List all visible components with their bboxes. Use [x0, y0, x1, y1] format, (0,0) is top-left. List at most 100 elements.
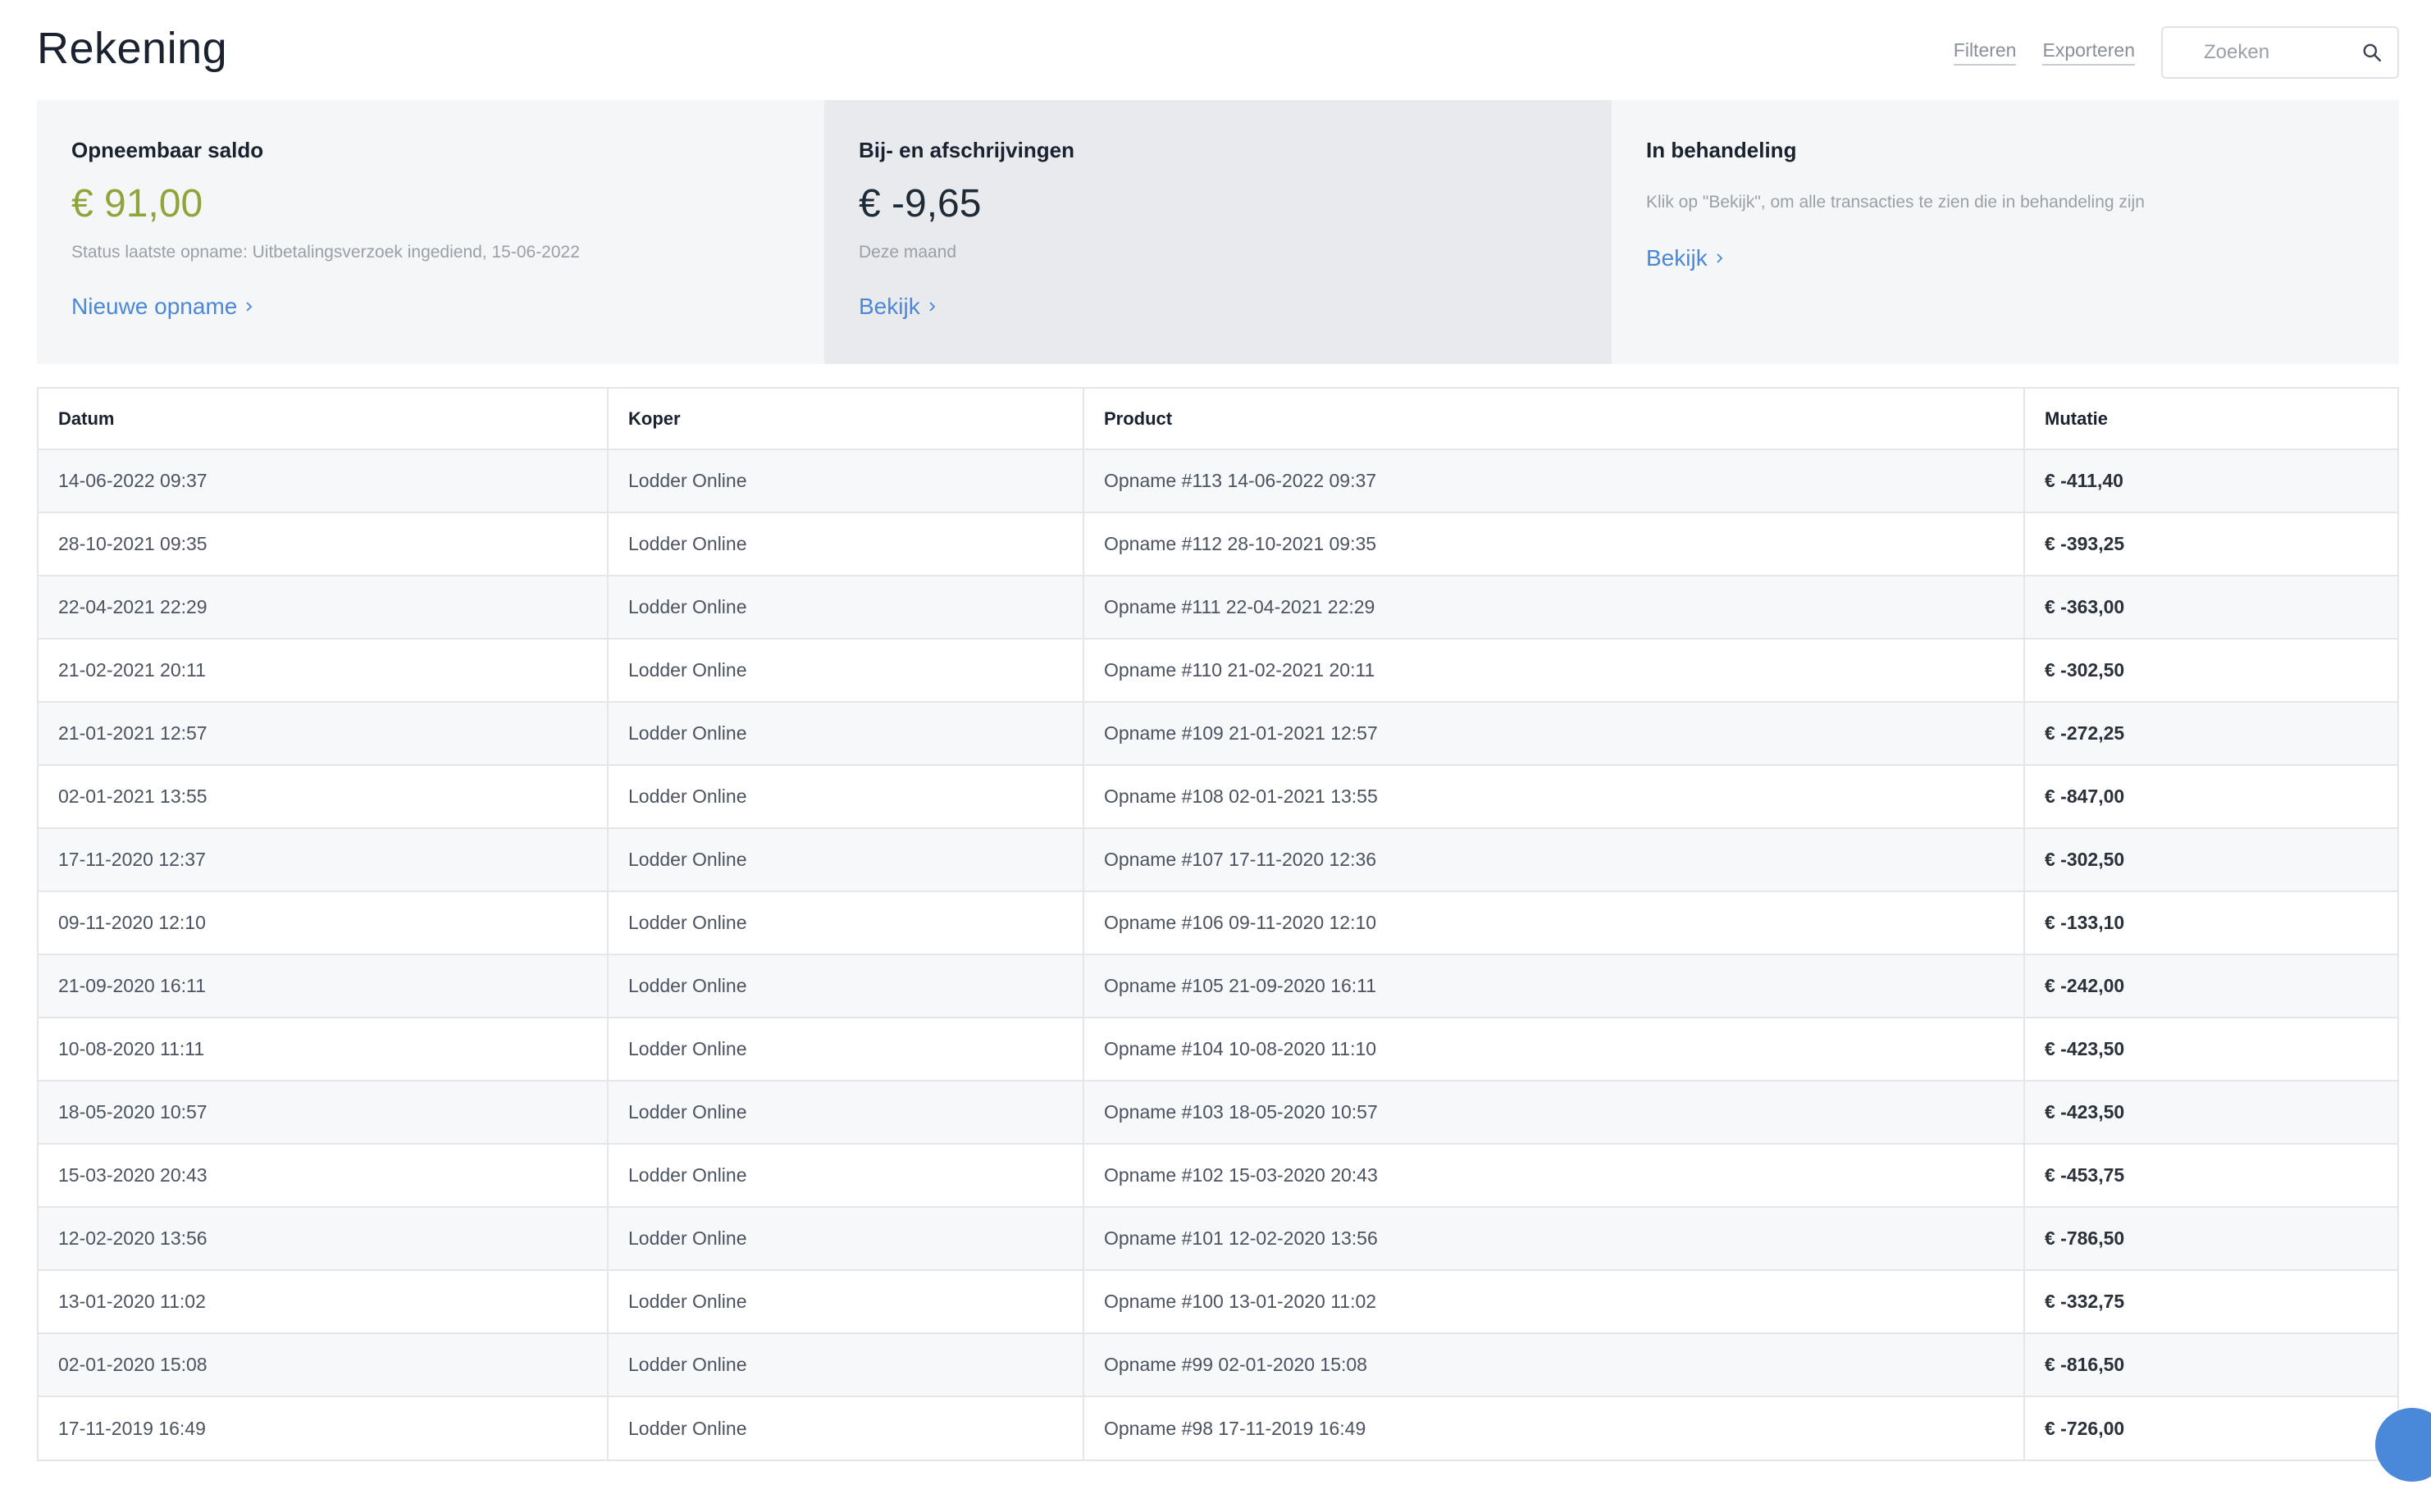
cell-buyer: Lodder Online: [608, 701, 1084, 765]
cell-date: 22-04-2021 22:29: [39, 575, 609, 639]
column-header-koper[interactable]: Koper: [608, 389, 1084, 449]
cell-amount: € -302,50: [2024, 638, 2397, 702]
cell-date: 17-11-2019 16:49: [39, 1396, 609, 1460]
page-header: Rekening Filteren Exporteren: [37, 0, 2399, 100]
table-row[interactable]: 21-02-2021 20:11 Lodder Online Opname #110…: [39, 638, 2397, 702]
cell-product: Opname #112 28-10-2021 09:35: [1083, 512, 2025, 576]
cell-product: Opname #105 21-09-2020 16:11: [1083, 954, 2025, 1018]
cell-buyer: Lodder Online: [608, 954, 1084, 1018]
cell-date: 21-01-2021 12:57: [39, 701, 609, 765]
cell-amount: € -847,00: [2024, 764, 2397, 828]
cell-product: Opname #106 09-11-2020 12:10: [1083, 890, 2025, 954]
table-row[interactable]: 21-01-2021 12:57 Lodder Online Opname #109…: [39, 701, 2397, 765]
cell-buyer: Lodder Online: [608, 1396, 1084, 1460]
new-withdrawal-link[interactable]: Nieuwe opname: [71, 294, 255, 320]
cell-amount: € -726,00: [2024, 1396, 2397, 1460]
cell-date: 02-01-2021 13:55: [39, 764, 609, 828]
table-row[interactable]: 28-10-2021 09:35 Lodder Online Opname #112…: [39, 512, 2397, 576]
cell-product: Opname #101 12-02-2020 13:56: [1083, 1206, 2025, 1270]
last-withdrawal-status: Status laatste opname: Uitbetalingsverzo…: [71, 243, 580, 262]
search-box[interactable]: [2161, 26, 2399, 79]
table-row[interactable]: 22-04-2021 22:29 Lodder Online Opname #111…: [39, 575, 2397, 639]
cell-amount: € -302,50: [2024, 827, 2397, 891]
table-row[interactable]: 02-01-2021 13:55 Lodder Online Opname #108…: [39, 764, 2397, 828]
cell-buyer: Lodder Online: [608, 1206, 1084, 1270]
mutations-card[interactable]: Bij- en afschrijvingen € -9,65 Deze maan…: [824, 100, 1612, 364]
cell-buyer: Lodder Online: [608, 575, 1084, 639]
filter-button[interactable]: Filteren: [1953, 39, 2017, 66]
table-row[interactable]: 10-08-2020 11:11 Lodder Online Opname #104…: [39, 1017, 2397, 1081]
cell-amount: € -133,10: [2024, 890, 2397, 954]
cell-amount: € -242,00: [2024, 954, 2397, 1018]
chevron-right-icon: [246, 302, 253, 312]
transactions-table-wrapper: Datum Koper Product Mutatie 14-06-2022 0…: [37, 387, 2399, 1461]
search-input[interactable]: [2202, 40, 2361, 65]
balance-card: Opneembaar saldo € 91,00 Status laatste …: [37, 100, 824, 364]
table-row[interactable]: 21-09-2020 16:11 Lodder Online Opname #105…: [39, 954, 2397, 1018]
cell-amount: € -453,75: [2024, 1143, 2397, 1207]
table-row[interactable]: 17-11-2019 16:49 Lodder Online Opname #98 …: [39, 1396, 2397, 1460]
table-row[interactable]: 02-01-2020 15:08 Lodder Online Opname #99 …: [39, 1332, 2397, 1396]
table-row[interactable]: 13-01-2020 11:02 Lodder Online Opname #100…: [39, 1269, 2397, 1333]
cell-amount: € -272,25: [2024, 701, 2397, 765]
page-title: Rekening: [37, 24, 228, 73]
cell-product: Opname #109 21-01-2021 12:57: [1083, 701, 2025, 765]
cell-buyer: Lodder Online: [608, 1017, 1084, 1081]
cell-product: Opname #100 13-01-2020 11:02: [1083, 1269, 2025, 1333]
balance-value: € 91,00: [71, 182, 203, 225]
cell-date: 17-11-2020 12:37: [39, 827, 609, 891]
cell-amount: € -393,25: [2024, 512, 2397, 576]
toolbar: Filteren Exporteren: [1953, 26, 2399, 79]
table-header-row: Datum Koper Product Mutatie: [39, 389, 2397, 449]
table-row[interactable]: 17-11-2020 12:37 Lodder Online Opname #107…: [39, 827, 2397, 891]
mutations-period: Deze maand: [859, 243, 957, 262]
table-row[interactable]: 09-11-2020 12:10 Lodder Online Opname #106…: [39, 890, 2397, 954]
pending-card-title: In behandeling: [1646, 138, 1797, 162]
cell-product: Opname #99 02-01-2020 15:08: [1083, 1332, 2025, 1396]
cell-date: 13-01-2020 11:02: [39, 1269, 609, 1333]
mutations-card-title: Bij- en afschrijvingen: [859, 138, 1074, 162]
cell-product: Opname #110 21-02-2021 20:11: [1083, 638, 2025, 702]
table-row[interactable]: 14-06-2022 09:37 Lodder Online Opname #113…: [39, 449, 2397, 512]
cell-product: Opname #103 18-05-2020 10:57: [1083, 1080, 2025, 1144]
pending-card: In behandeling Klik op "Bekijk", om alle…: [1612, 100, 2399, 364]
table-row[interactable]: 18-05-2020 10:57 Lodder Online Opname #103…: [39, 1080, 2397, 1144]
cell-date: 12-02-2020 13:56: [39, 1206, 609, 1270]
cell-amount: € -363,00: [2024, 575, 2397, 639]
cell-product: Opname #111 22-04-2021 22:29: [1083, 575, 2025, 639]
cell-date: 14-06-2022 09:37: [39, 449, 609, 512]
mutations-view-link[interactable]: Bekijk: [859, 294, 938, 320]
chevron-right-icon: [929, 302, 935, 312]
cell-product: Opname #107 17-11-2020 12:36: [1083, 827, 2025, 891]
cell-amount: € -332,75: [2024, 1269, 2397, 1333]
column-header-mutatie[interactable]: Mutatie: [2024, 389, 2397, 449]
cell-date: 21-02-2021 20:11: [39, 638, 609, 702]
cell-date: 10-08-2020 11:11: [39, 1017, 609, 1081]
cell-amount: € -411,40: [2024, 449, 2397, 512]
search-icon[interactable]: [2361, 42, 2383, 63]
cell-buyer: Lodder Online: [608, 890, 1084, 954]
mutations-value: € -9,65: [859, 182, 982, 225]
cell-buyer: Lodder Online: [608, 1269, 1084, 1333]
column-header-datum[interactable]: Datum: [39, 389, 609, 449]
export-button[interactable]: Exporteren: [2042, 39, 2135, 66]
table-row[interactable]: 12-02-2020 13:56 Lodder Online Opname #101…: [39, 1206, 2397, 1270]
cell-product: Opname #104 10-08-2020 11:10: [1083, 1017, 2025, 1081]
cell-buyer: Lodder Online: [608, 1080, 1084, 1144]
cell-product: Opname #98 17-11-2019 16:49: [1083, 1396, 2025, 1460]
summary-cards: Opneembaar saldo € 91,00 Status laatste …: [37, 100, 2399, 364]
cell-buyer: Lodder Online: [608, 512, 1084, 576]
pending-view-label: Bekijk: [1646, 245, 1708, 271]
pending-view-link[interactable]: Bekijk: [1646, 245, 1726, 271]
cell-buyer: Lodder Online: [608, 449, 1084, 512]
cell-date: 21-09-2020 16:11: [39, 954, 609, 1018]
column-header-product[interactable]: Product: [1083, 389, 2025, 449]
account-page: Rekening Filteren Exporteren Opneembaar …: [37, 0, 2399, 1461]
table-row[interactable]: 15-03-2020 20:43 Lodder Online Opname #102…: [39, 1143, 2397, 1207]
pending-description: Klik op "Bekijk", om alle transacties te…: [1646, 193, 2145, 212]
cell-buyer: Lodder Online: [608, 1332, 1084, 1396]
cell-buyer: Lodder Online: [608, 827, 1084, 891]
cell-amount: € -423,50: [2024, 1017, 2397, 1081]
cell-date: 02-01-2020 15:08: [39, 1332, 609, 1396]
cell-buyer: Lodder Online: [608, 638, 1084, 702]
